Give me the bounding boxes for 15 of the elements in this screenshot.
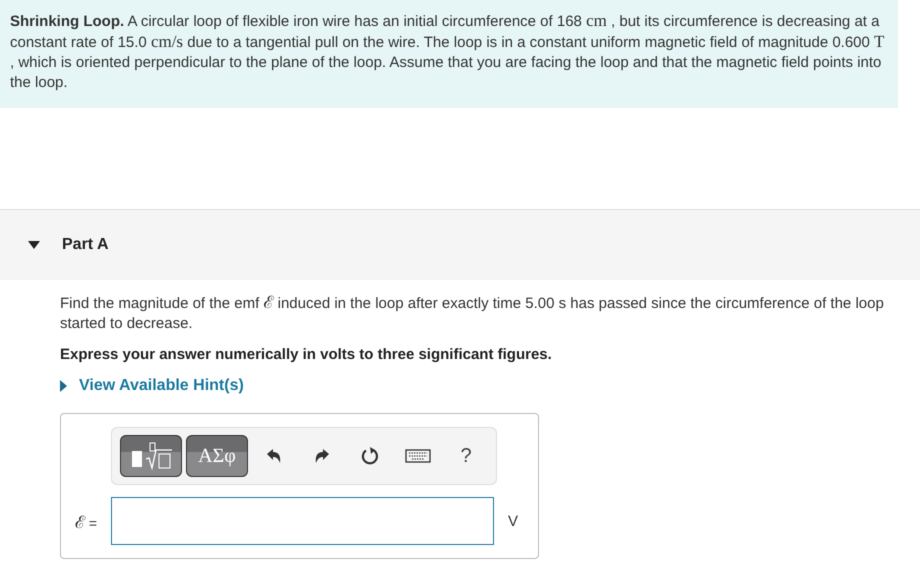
redo-icon bbox=[313, 447, 331, 465]
reset-icon bbox=[360, 446, 380, 466]
unit-label: V bbox=[508, 512, 518, 530]
part-header[interactable]: Part A bbox=[0, 209, 920, 280]
hints-link[interactable]: View Available Hint(s) bbox=[60, 377, 244, 395]
instruction-text: Express your answer numerically in volts to three significant figures. bbox=[60, 346, 553, 363]
question-text: Find the magnitude of the emf ℰ induced in the loop after exactly time 5.00 s has passed since the circumference of the loop started to decrease. bbox=[60, 293, 885, 334]
help-button[interactable]: ? bbox=[444, 435, 488, 477]
part-title: Part A bbox=[62, 236, 109, 254]
keyboard-icon bbox=[405, 449, 431, 463]
answer-label: ℰ = bbox=[74, 512, 98, 532]
answer-field[interactable] bbox=[111, 497, 494, 545]
templates-button[interactable] bbox=[120, 435, 182, 477]
undo-icon bbox=[265, 447, 283, 465]
problem-statement: Shrinking Loop. A circular loop of flexible iron wire has an initial circumference of 168 cm , but its circumference is decreasing at a constant rate of 15.0 cm/s due to a tangential pull on the wire. The loop is in a constant uniform magnetic field of magnitude 0.600 T , which is oriented perpendicular to the plane of the loop. Assume that you are facing the loop and that the magnetic field points into the loop. bbox=[10, 11, 886, 93]
